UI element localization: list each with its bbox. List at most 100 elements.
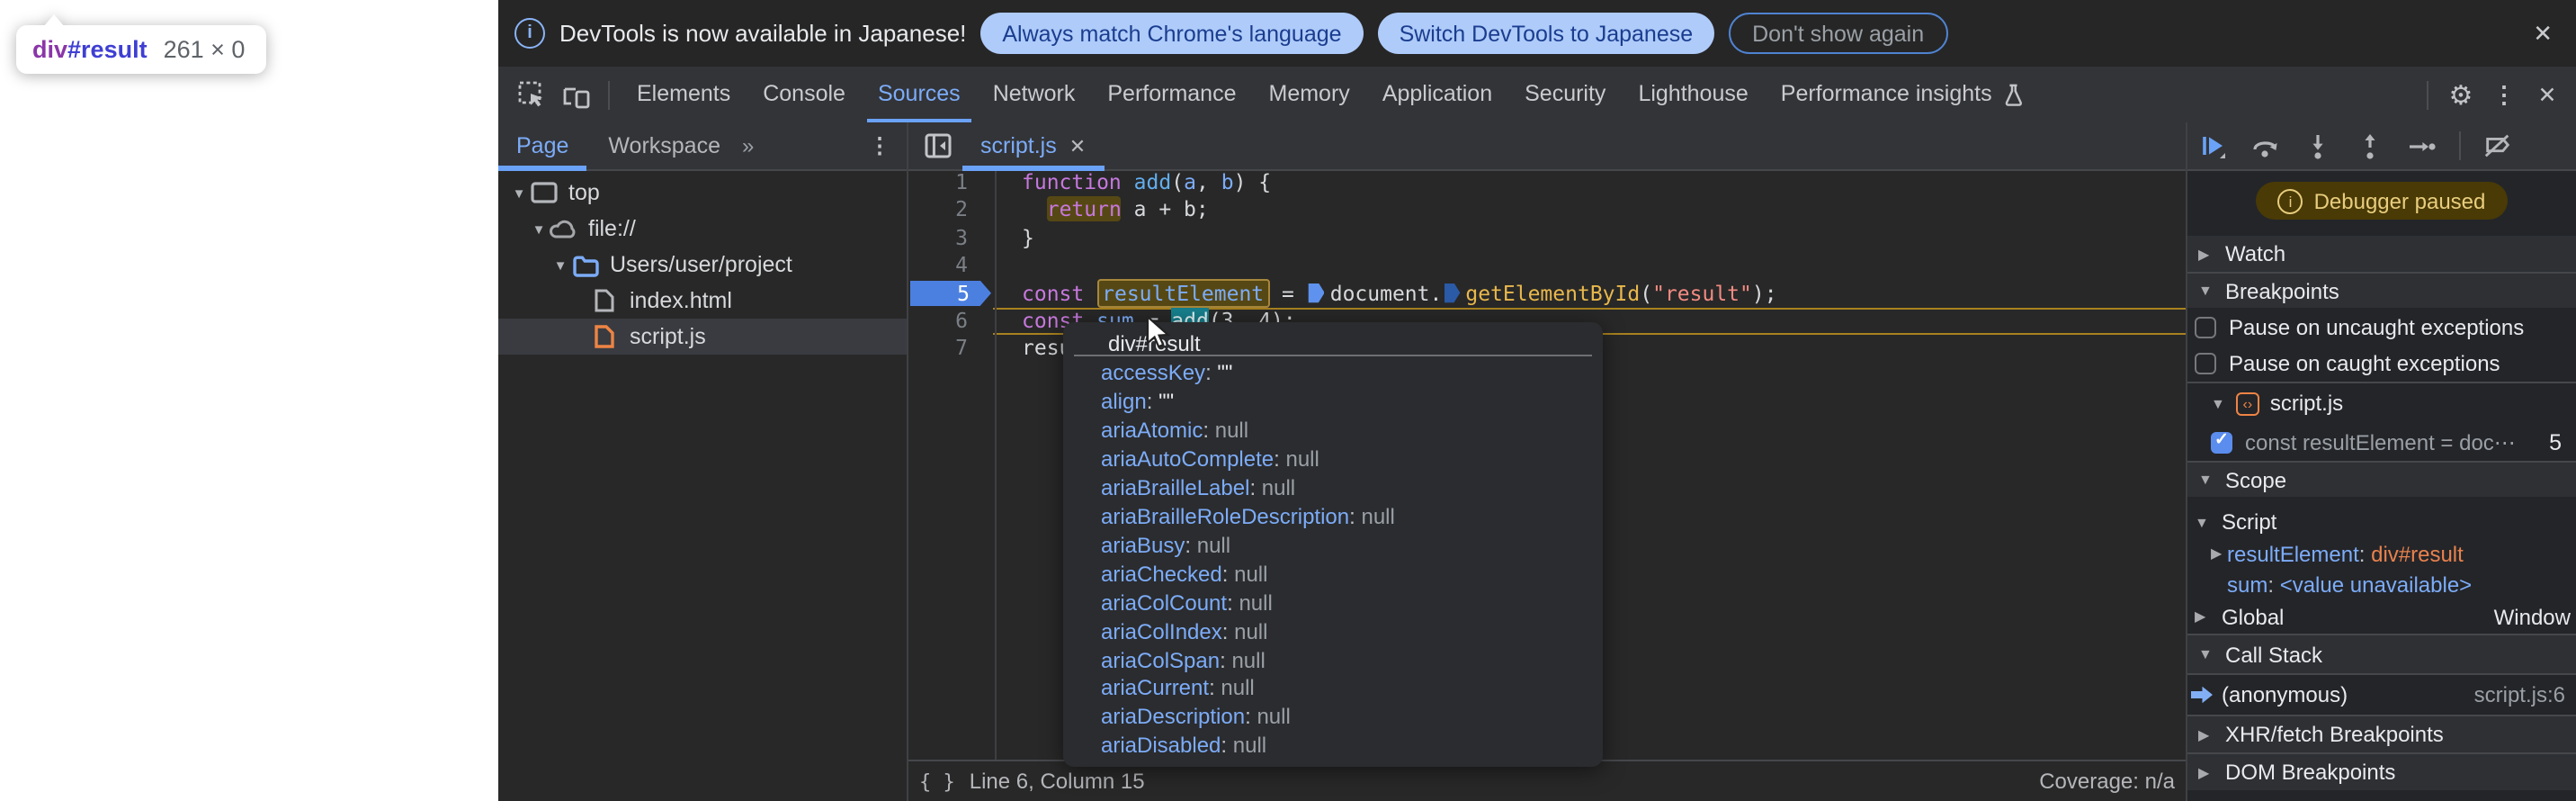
- toggle-navigator-panel-icon[interactable]: [917, 126, 957, 166]
- popup-property: ariaAtomic: null: [1101, 418, 1596, 446]
- more-options-kebab-icon[interactable]: ⋮: [2482, 73, 2526, 116]
- code-line: }: [1022, 225, 1034, 253]
- collapsed-arrow-icon: ▶: [2198, 764, 2214, 780]
- collapsed-arrow-icon: ▶: [2198, 246, 2214, 262]
- gutter-line-number[interactable]: 2: [908, 197, 968, 225]
- devtools-window: i DevTools is now available in Japanese!…: [498, 0, 2576, 801]
- gutter-line-number[interactable]: 3: [908, 225, 968, 253]
- editor-tab-strip: script.js ✕: [908, 122, 2186, 171]
- scope-global-row[interactable]: ▶ Global Window: [2187, 599, 2576, 634]
- infobar-message: DevTools is now available in Japanese!: [559, 20, 966, 47]
- switch-devtools-japanese-button[interactable]: Switch DevTools to Japanese: [1378, 13, 1715, 54]
- info-icon: i: [514, 18, 545, 49]
- section-dom-breakpoints[interactable]: ▶ DOM Breakpoints: [2187, 752, 2576, 790]
- expand-arrow-icon[interactable]: ▼: [509, 184, 529, 201]
- step-icon[interactable]: [2407, 130, 2437, 161]
- tab-performance[interactable]: Performance: [1091, 67, 1252, 122]
- tab-console[interactable]: Console: [747, 67, 862, 122]
- toolbar-divider: [2427, 80, 2428, 109]
- expanded-arrow-icon: ▼: [2211, 395, 2225, 411]
- settings-gear-icon[interactable]: ⚙: [2439, 73, 2482, 116]
- global-window-label: Window: [2494, 604, 2571, 629]
- tab-memory[interactable]: Memory: [1253, 67, 1366, 122]
- cloud-icon: [549, 214, 577, 243]
- gutter-line-number[interactable]: 4: [908, 252, 968, 280]
- tab-application[interactable]: Application: [1366, 67, 1508, 122]
- gutter-line-number[interactable]: 1: [908, 169, 968, 197]
- expand-arrow-icon[interactable]: ▼: [529, 220, 549, 237]
- navigator-tab-page[interactable]: Page: [498, 122, 590, 170]
- always-match-language-button[interactable]: Always match Chrome's language: [980, 13, 1363, 54]
- gutter-line-number[interactable]: 6: [908, 308, 968, 336]
- device-toolbar-icon[interactable]: [554, 73, 597, 116]
- debugger-toolbar: [2187, 122, 2576, 171]
- step-into-icon[interactable]: [2303, 130, 2333, 161]
- breakpoint-file-group[interactable]: ▼ ‹› script.js: [2187, 383, 2576, 423]
- popup-property: ariaChecked: null: [1101, 561, 1596, 590]
- section-call-stack[interactable]: ▼ Call Stack: [2187, 634, 2576, 673]
- tree-item-index-html[interactable]: index.html: [498, 283, 907, 319]
- deactivate-breakpoints-icon[interactable]: [2482, 130, 2513, 161]
- main-toolbar: Elements Console Sources Network Perform…: [498, 67, 2576, 124]
- popup-props: accessKey: ""align: ""ariaAtomic: nullar…: [1101, 360, 1596, 762]
- tab-sources[interactable]: Sources: [862, 67, 977, 122]
- scope-var-resultElement[interactable]: ▶ resultElement: div#result: [2187, 538, 2576, 569]
- language-infobar: i DevTools is now available in Japanese!…: [498, 0, 2576, 67]
- section-watch[interactable]: ▶ Watch: [2187, 236, 2576, 272]
- devtools-close-icon[interactable]: ✕: [2526, 73, 2569, 116]
- popup-property: ariaAutoComplete: null: [1101, 446, 1596, 475]
- call-stack-frame-row[interactable]: (anonymous) script.js:6: [2187, 673, 2576, 715]
- section-scope[interactable]: ▼ Scope: [2187, 461, 2576, 497]
- breakpoint-checkbox[interactable]: [2211, 431, 2232, 453]
- section-xhr-breakpoints[interactable]: ▶ XHR/fetch Breakpoints: [2187, 715, 2576, 752]
- popup-property: accessKey: "": [1101, 360, 1596, 389]
- collapsed-arrow-icon: ▶: [2198, 726, 2214, 742]
- flask-icon: [2001, 82, 2025, 107]
- tree-item-top[interactable]: ▼ top: [498, 175, 907, 211]
- scope-script-group[interactable]: ▼ Script: [2187, 497, 2576, 538]
- section-breakpoints[interactable]: ▼ Breakpoints: [2187, 272, 2576, 308]
- pause-uncaught-row: Pause on uncaught exceptions: [2187, 308, 2576, 346]
- gutter-line-number[interactable]: 7: [908, 336, 968, 364]
- tab-network[interactable]: Network: [977, 67, 1092, 122]
- tooltip-tag: div: [32, 36, 67, 63]
- breakpoint-entry-row[interactable]: const resultElement = doc⋯ 5: [2187, 423, 2576, 461]
- popup-property: ariaBrailleRoleDescription: null: [1101, 504, 1596, 533]
- navigator-kebab-icon[interactable]: ⋮: [869, 133, 890, 158]
- step-out-icon[interactable]: [2355, 130, 2385, 161]
- navigator-tab-workspace[interactable]: Workspace: [590, 122, 742, 170]
- pause-uncaught-checkbox[interactable]: [2195, 316, 2216, 338]
- breakpoint-marker[interactable]: 5: [910, 280, 991, 306]
- tree-item-script-js[interactable]: script.js: [498, 319, 907, 355]
- dont-show-again-button[interactable]: Don't show again: [1729, 13, 1947, 54]
- tree-item-project-folder[interactable]: ▼ Users/user/project: [498, 247, 907, 283]
- popup-property: ariaColSpan: null: [1101, 647, 1596, 676]
- object-preview-popup: div#result accessKey: ""align: ""ariaAto…: [1063, 322, 1603, 767]
- expanded-arrow-icon: ▼: [2195, 514, 2211, 530]
- navigator-overflow-icon[interactable]: »: [742, 133, 752, 158]
- inspect-element-icon[interactable]: [511, 73, 554, 116]
- folder-icon: [570, 250, 599, 279]
- pause-caught-checkbox[interactable]: [2195, 353, 2216, 374]
- editor-tab-close-icon[interactable]: ✕: [1069, 134, 1086, 158]
- popup-property: ariaBusy: null: [1101, 532, 1596, 561]
- tooltip-id: #result: [67, 36, 148, 63]
- expand-arrow-icon[interactable]: ▼: [550, 256, 570, 273]
- infobar-close-icon[interactable]: ✕: [2533, 19, 2553, 48]
- code-line: function add(a, b) {: [1022, 169, 1271, 197]
- step-over-icon[interactable]: [2250, 130, 2281, 161]
- inline-breakpoint-marker-icon[interactable]: [1309, 283, 1325, 302]
- tab-performance-insights[interactable]: Performance insights: [1765, 67, 2041, 122]
- expanded-arrow-icon: ▼: [2198, 646, 2214, 662]
- file-html-icon: [590, 286, 619, 315]
- popup-property: ariaColIndex: null: [1101, 618, 1596, 647]
- tab-elements[interactable]: Elements: [621, 67, 747, 122]
- tab-security[interactable]: Security: [1508, 67, 1622, 122]
- tab-lighthouse[interactable]: Lighthouse: [1622, 67, 1764, 122]
- navigator-tabs: Page Workspace » ⋮: [498, 122, 907, 171]
- inline-breakpoint-marker-icon[interactable]: [1444, 283, 1460, 302]
- resume-script-icon[interactable]: [2198, 130, 2229, 161]
- editor-tab-script-js[interactable]: script.js ✕: [962, 122, 1104, 170]
- tree-item-file-protocol[interactable]: ▼ file://: [498, 211, 907, 247]
- pretty-print-icon[interactable]: { }: [919, 770, 955, 793]
